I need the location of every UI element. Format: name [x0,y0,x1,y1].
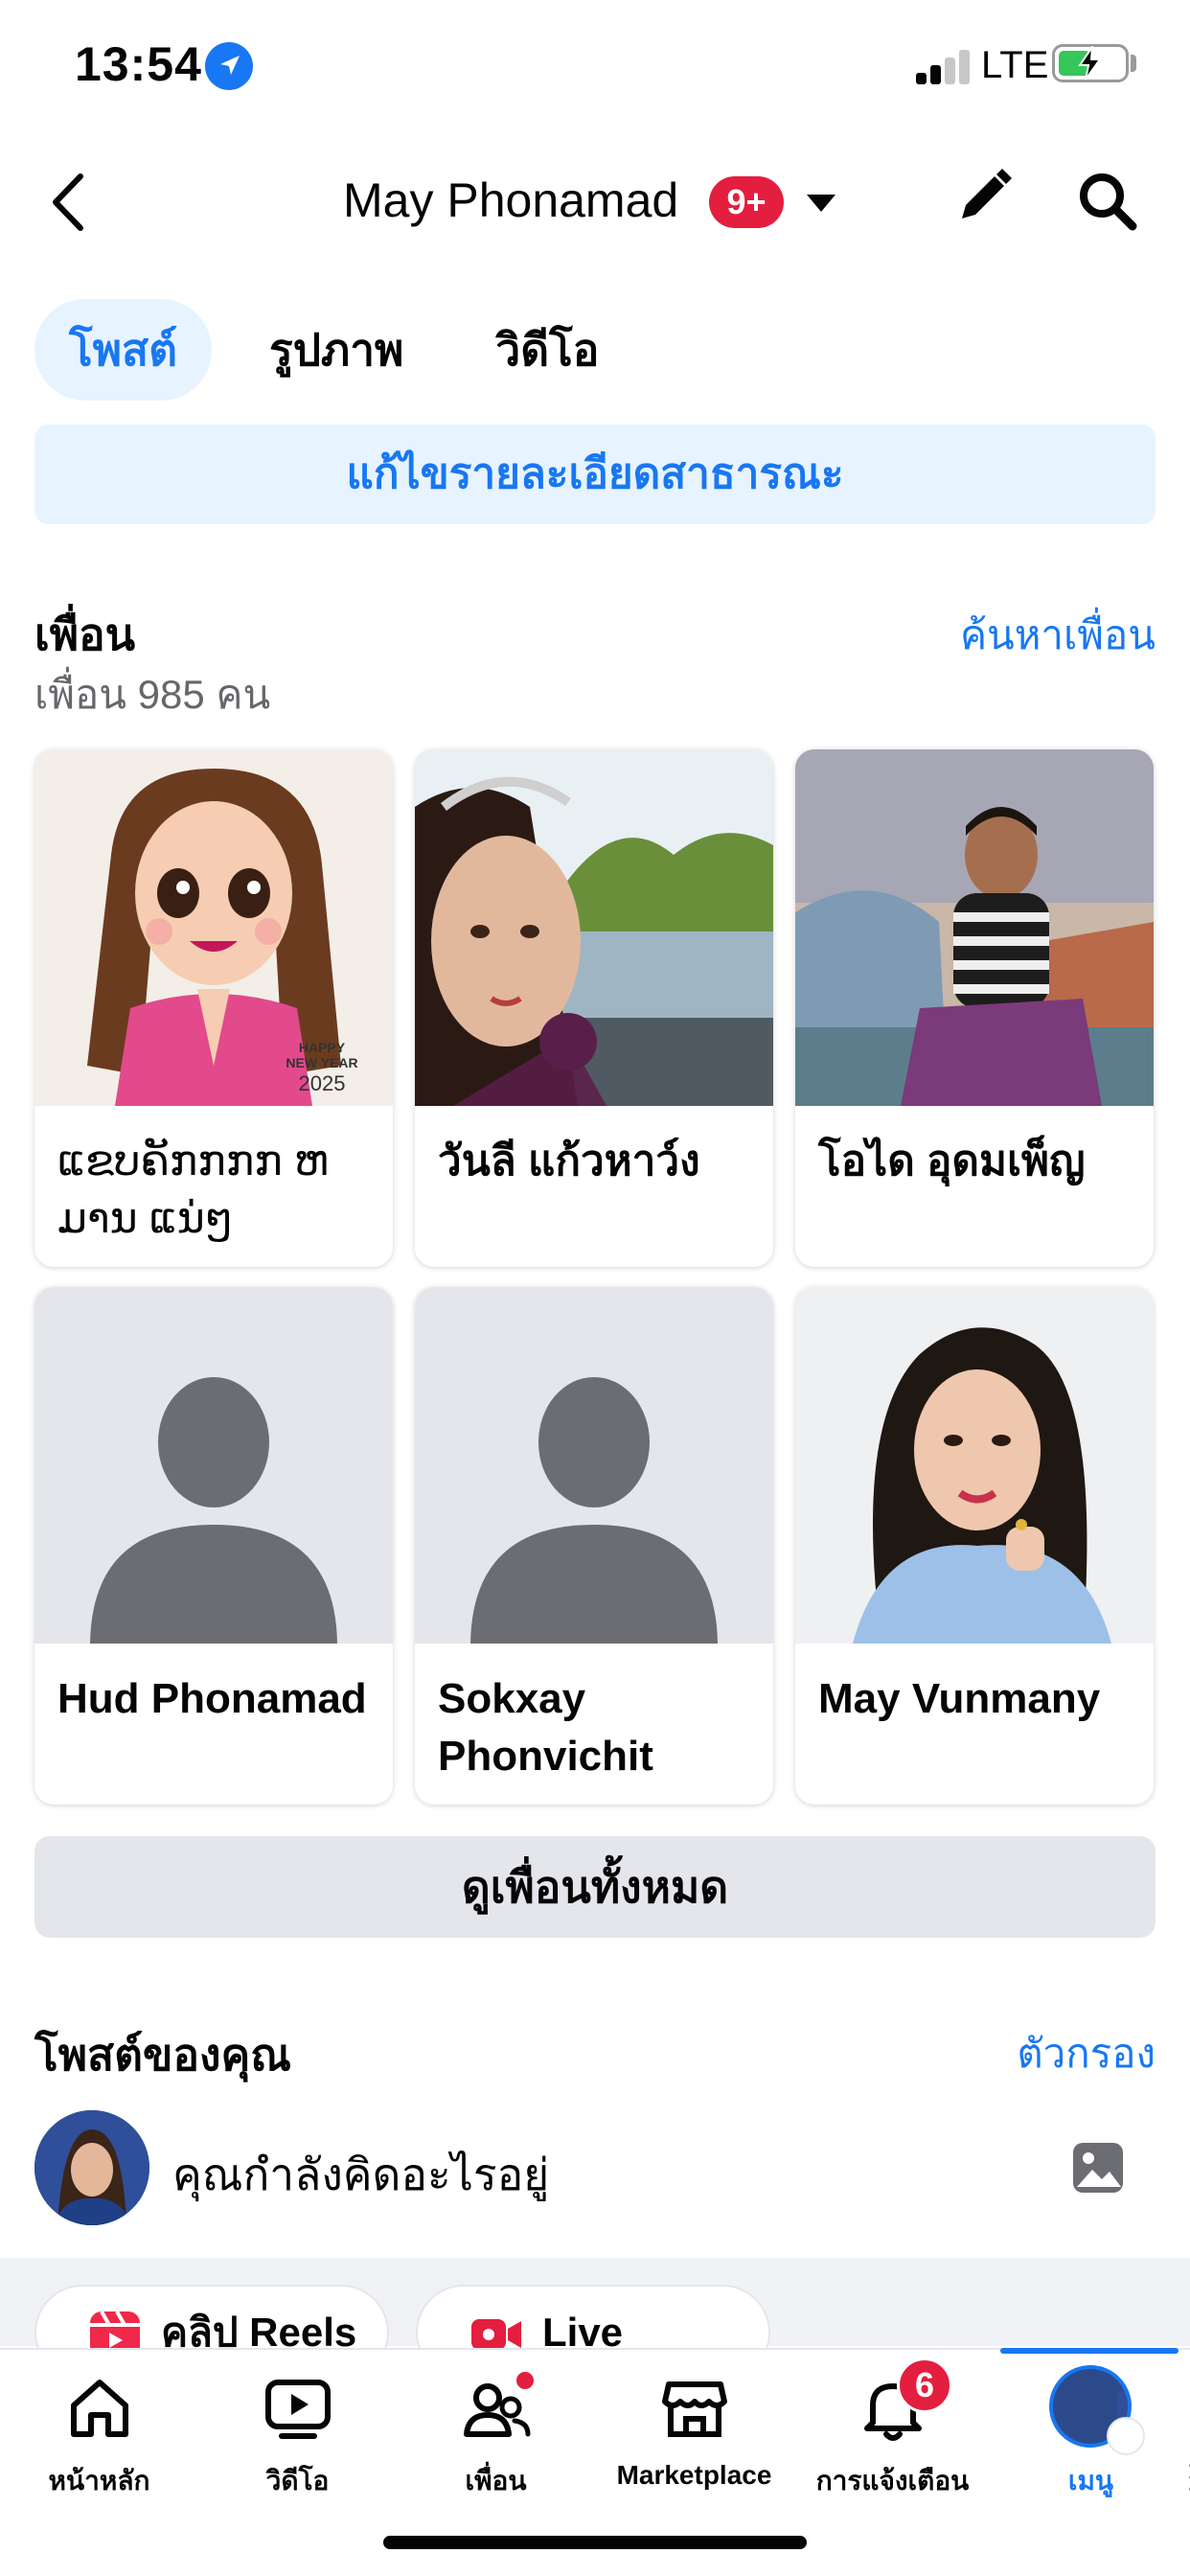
find-friends-link[interactable]: ค้นหาเพื่อน [960,604,1156,667]
friend-name: ແຂບຄັກກກກ ຫມານ ແນ່ໆ [57,1138,330,1242]
friend-photo [795,749,1154,1106]
friend-card[interactable]: โอได อุดมเพ็ญ [795,749,1154,1267]
friend-photo [415,749,773,1106]
home-icon [71,2380,128,2437]
photo-icon[interactable] [1069,2139,1127,2196]
friend-card[interactable]: HAPPY NEW YEAR 2025 ແຂບຄັກກກກ ຫມານ ແນ່ໆ [34,749,393,1267]
nav-video[interactable]: วิดีโอ [198,2350,397,2496]
profile-header: May Phonamad 9+ [0,134,1190,268]
photo-caption: HAPPY [299,1040,346,1055]
friend-name: วันลี แก้วหาว์ง [438,1138,700,1184]
nav-menu[interactable]: เมนู [992,2350,1190,2496]
nav-notifications[interactable]: 6 การแจ้งเตือน [793,2350,992,2496]
default-avatar-icon [415,1287,773,1644]
nav-notifications-label: การแจ้งเตือน [815,2466,970,2496]
avatar[interactable] [34,2110,149,2225]
active-tab-indicator [1000,2348,1179,2354]
pencil-icon[interactable] [952,167,1014,228]
nav-home[interactable]: หน้าหลัก [0,2350,198,2496]
back-chevron-icon[interactable] [44,171,92,234]
friends-new-dot [514,2369,537,2392]
nav-friends[interactable]: เพื่อน [397,2350,595,2496]
network-type: LTE [981,44,1049,86]
edit-public-details-button[interactable]: แก้ไขรายละเอียดสาธารณะ [34,425,1156,524]
friend-name: Hud Phonamad [57,1675,367,1722]
svg-text:2025: 2025 [299,1071,346,1095]
profile-tabs: โพสต์ รูปภาพ วิดีโอ [34,299,656,401]
friend-name: May Vunmany [818,1675,1101,1722]
friends-section-title: เพื่อน [34,610,136,659]
friend-name: Sokxay Phonvichit [438,1675,653,1780]
search-icon[interactable] [1075,169,1138,232]
friend-card[interactable]: วันลี แก้วหาว์ง [415,749,773,1267]
friend-photo [795,1287,1154,1644]
status-bar: 13:54 LTE [0,0,1190,134]
tab-photos[interactable]: รูปภาพ [235,299,438,401]
your-posts-title: โพสต์ของคุณ [34,2030,291,2080]
profile-name-title[interactable]: May Phonamad [343,172,678,228]
friend-card[interactable]: Sokxay Phonvichit [415,1287,773,1805]
notifications-count-badge: 6 [897,2358,952,2413]
nav-video-label: วิดีโอ [265,2466,330,2496]
friends-count: เพื่อน 985 คน [34,672,271,717]
friend-name: โอได อุดมเพ็ญ [818,1138,1086,1184]
default-avatar-icon [34,1287,393,1644]
filter-link[interactable]: ตัวกรอง [1017,2022,1156,2085]
friend-photo: HAPPY NEW YEAR 2025 [34,749,393,1106]
nav-home-label: หน้าหลัก [48,2466,150,2496]
menu-lines-icon [1107,2417,1190,2492]
video-icon [265,2380,331,2439]
battery-icon [1052,44,1129,82]
home-indicator[interactable] [383,2536,807,2549]
tab-videos[interactable]: วิดีโอ [461,299,633,401]
friend-card[interactable]: Hud Phonamad [34,1287,393,1805]
svg-text:NEW YEAR: NEW YEAR [286,1055,357,1070]
nav-menu-label: เมนู [1067,2466,1114,2496]
see-all-friends-button[interactable]: ดูเพื่อนทั้งหมด [34,1836,1156,1938]
marketplace-icon [662,2381,727,2437]
notification-count-badge: 9+ [709,176,784,228]
location-arrow-icon [205,42,253,90]
signal-strength-icon [916,48,972,84]
status-time: 13:54 [75,37,202,91]
tab-posts[interactable]: โพสต์ [34,299,212,401]
nav-friends-label: เพื่อน [465,2466,527,2496]
composer-input[interactable]: คุณกำลังคิดอะไรอยู่ [172,2140,549,2210]
caret-down-icon[interactable] [805,192,837,215]
battery-cap [1131,55,1136,72]
nav-marketplace[interactable]: Marketplace [595,2350,793,2494]
nav-marketplace-label: Marketplace [616,2460,772,2490]
friend-card[interactable]: May Vunmany [795,1287,1154,1805]
